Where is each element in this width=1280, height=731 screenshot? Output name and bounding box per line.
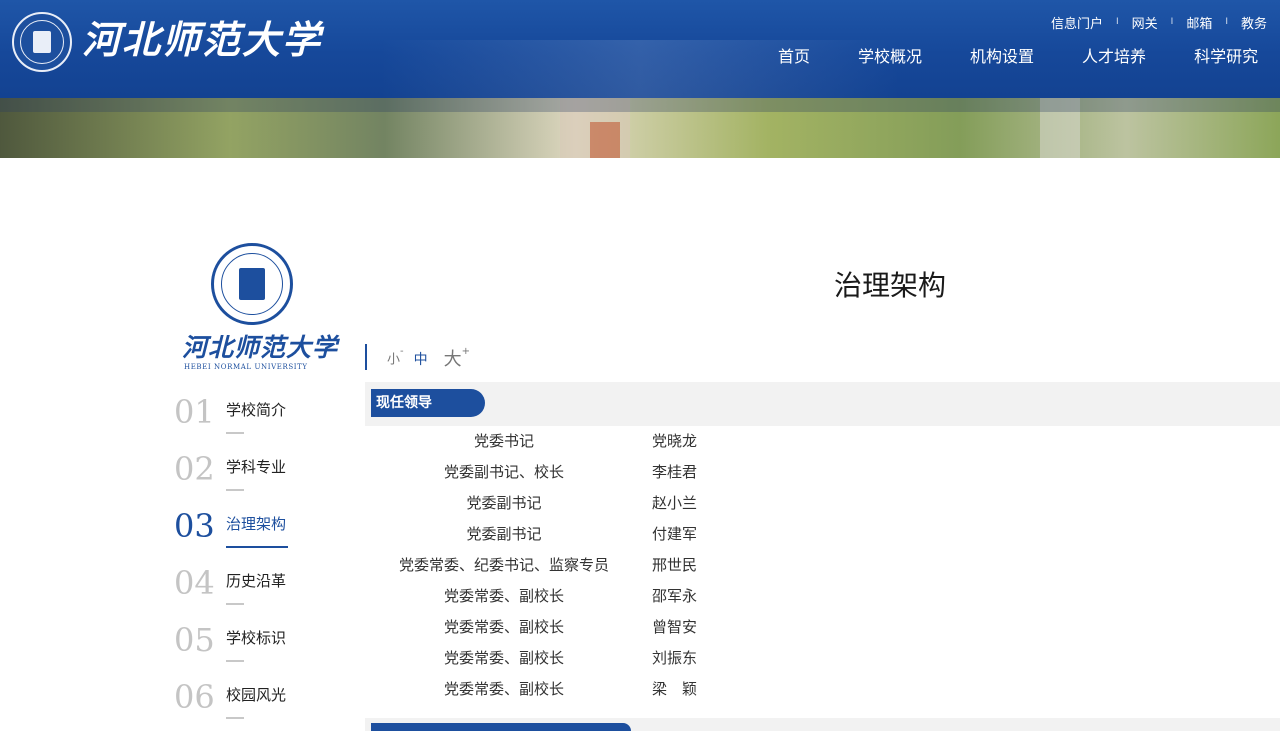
sidebar-item-underline xyxy=(226,660,244,662)
sidebar-item-number: 04 xyxy=(174,564,215,602)
sidebar-item-underline xyxy=(226,603,244,605)
leader-name: 赵小兰 xyxy=(652,494,698,512)
leader-row: 党委书记 党晓龙 xyxy=(380,426,800,457)
font-size-medium-button[interactable]: 中 xyxy=(414,350,428,370)
leader-name: 邢世民 xyxy=(652,556,698,574)
leader-position: 党委副书记、校长 xyxy=(443,463,564,481)
sidebar-item-school-intro[interactable]: 01 学校简介 xyxy=(174,392,354,449)
leader-name: 付建军 xyxy=(652,525,698,543)
link-gateway[interactable]: 网关 xyxy=(1119,13,1171,32)
sidebar-seal-book-icon xyxy=(239,268,265,300)
leader-position: 党委常委、副校长 xyxy=(443,649,564,667)
sidebar-item-governance[interactable]: 03 治理架构 xyxy=(174,506,354,563)
leader-row: 党委副书记、校长 李桂君 xyxy=(380,457,800,488)
link-separator: I xyxy=(1170,17,1174,27)
sidebar-item-number: 02 xyxy=(174,450,215,488)
seal-ring xyxy=(20,20,64,64)
university-logo-text[interactable]: 河北师范大学 xyxy=(82,12,322,68)
page-title: 治理架构 xyxy=(833,269,946,302)
link-academic-affairs[interactable]: 教务 xyxy=(1228,13,1280,32)
sidebar-item-number: 05 xyxy=(174,621,215,659)
sidebar-item-underline xyxy=(226,546,288,548)
banner-image xyxy=(0,98,1280,158)
leader-row: 党委常委、副校长 邵军永 xyxy=(380,581,800,612)
font-size-switcher: 小- 中 大+ xyxy=(365,344,470,370)
leader-position: 党委常委、纪委书记、监察专员 xyxy=(398,556,609,574)
sidebar-menu: 01 学校简介 02 学科专业 03 治理架构 04 历史沿革 05 学校标识 … xyxy=(174,392,354,731)
banner-reflection xyxy=(590,122,620,158)
nav-talent-training[interactable]: 人才培养 xyxy=(1064,44,1164,70)
sidebar-item-number: 03 xyxy=(174,507,215,545)
leader-position: 党委常委、副校长 xyxy=(443,618,564,636)
link-info-portal[interactable]: 信息门户 xyxy=(1038,13,1116,32)
sidebar-logo-text: 河北师范大学 xyxy=(182,333,339,362)
section-title-current-leaders: 现任领导 xyxy=(371,389,485,417)
link-separator: I xyxy=(1225,17,1228,27)
top-utility-links: 信息门户 I 网关 I 邮箱 I 教务 xyxy=(1038,12,1280,32)
sidebar-item-label: 校园风光 xyxy=(226,686,287,704)
leader-row: 党委常委、纪委书记、监察专员 邢世民 xyxy=(380,550,800,581)
leader-name: 邵军永 xyxy=(652,587,698,605)
banner-reflection xyxy=(0,98,1280,112)
sidebar-item-history[interactable]: 04 历史沿革 xyxy=(174,563,354,620)
main-navigation: 首页 学校概况 机构设置 人才培养 科学研究 xyxy=(760,44,1280,70)
font-size-large-sup: + xyxy=(461,346,471,357)
leader-row: 党委副书记 赵小兰 xyxy=(380,488,800,519)
sidebar-item-label: 学校简介 xyxy=(226,401,287,419)
sidebar-item-label: 历史沿革 xyxy=(226,572,287,590)
leader-position: 党委常委、副校长 xyxy=(443,680,564,698)
sidebar-item-number: 01 xyxy=(174,393,215,431)
sidebar-item-label: 治理架构 xyxy=(226,515,287,533)
next-section-tab xyxy=(371,723,631,731)
sidebar-seal-ring xyxy=(221,253,283,315)
leader-position: 党委副书记 xyxy=(466,494,542,512)
nav-research[interactable]: 科学研究 xyxy=(1176,44,1276,70)
leader-row: 党委副书记 付建军 xyxy=(380,519,800,550)
leader-name: 刘振东 xyxy=(652,649,698,667)
nav-home[interactable]: 首页 xyxy=(760,44,828,70)
sidebar-item-disciplines[interactable]: 02 学科专业 xyxy=(174,449,354,506)
sidebar-item-identity[interactable]: 05 学校标识 xyxy=(174,620,354,677)
sidebar-item-campus-scenery[interactable]: 06 校园风光 xyxy=(174,677,354,731)
link-separator: I xyxy=(1115,17,1119,27)
nav-organization[interactable]: 机构设置 xyxy=(952,44,1052,70)
site-header: 河北师范大学 信息门户 I 网关 I 邮箱 I 教务 首页 学校概况 机构设置 … xyxy=(0,0,1280,98)
leader-name: 李桂君 xyxy=(652,463,698,481)
font-size-small-button[interactable]: 小- xyxy=(387,346,404,370)
sidebar-item-underline xyxy=(226,489,244,491)
leader-position: 党委副书记 xyxy=(466,525,542,543)
leaders-list: 党委书记 党晓龙 党委副书记、校长 李桂君 党委副书记 赵小兰 党委副书记 付建… xyxy=(380,426,800,705)
university-seal-icon[interactable] xyxy=(12,12,72,72)
font-size-large-label: 大 xyxy=(443,349,462,370)
link-mailbox[interactable]: 邮箱 xyxy=(1173,13,1225,32)
font-size-large-button[interactable]: 大+ xyxy=(444,346,470,370)
leader-row: 党委常委、副校长 曾智安 xyxy=(380,612,800,643)
sidebar-item-label: 学校标识 xyxy=(226,629,287,647)
nav-overview[interactable]: 学校概况 xyxy=(840,44,940,70)
leader-name: 党晓龙 xyxy=(652,432,698,450)
sidebar-item-label: 学科专业 xyxy=(226,458,287,476)
leader-name: 曾智安 xyxy=(652,618,698,636)
font-size-small-label: 小 xyxy=(387,352,401,367)
seal-book-icon xyxy=(33,31,51,53)
sidebar-item-number: 06 xyxy=(174,678,215,716)
sidebar-item-underline xyxy=(226,432,244,434)
section-header-band xyxy=(365,382,1280,426)
leader-name: 梁 颖 xyxy=(652,680,698,698)
leader-position: 党委书记 xyxy=(473,432,534,450)
font-size-small-sup: - xyxy=(400,345,404,357)
leader-row: 党委常委、副校长 梁 颖 xyxy=(380,674,800,705)
sidebar-item-underline xyxy=(226,717,244,719)
sidebar-seal-icon xyxy=(211,243,293,325)
leader-position: 党委常委、副校长 xyxy=(443,587,564,605)
leader-row: 党委常委、副校长 刘振东 xyxy=(380,643,800,674)
sidebar-logo-subtitle: HEBEI NORMAL UNIVERSITY xyxy=(184,363,308,371)
